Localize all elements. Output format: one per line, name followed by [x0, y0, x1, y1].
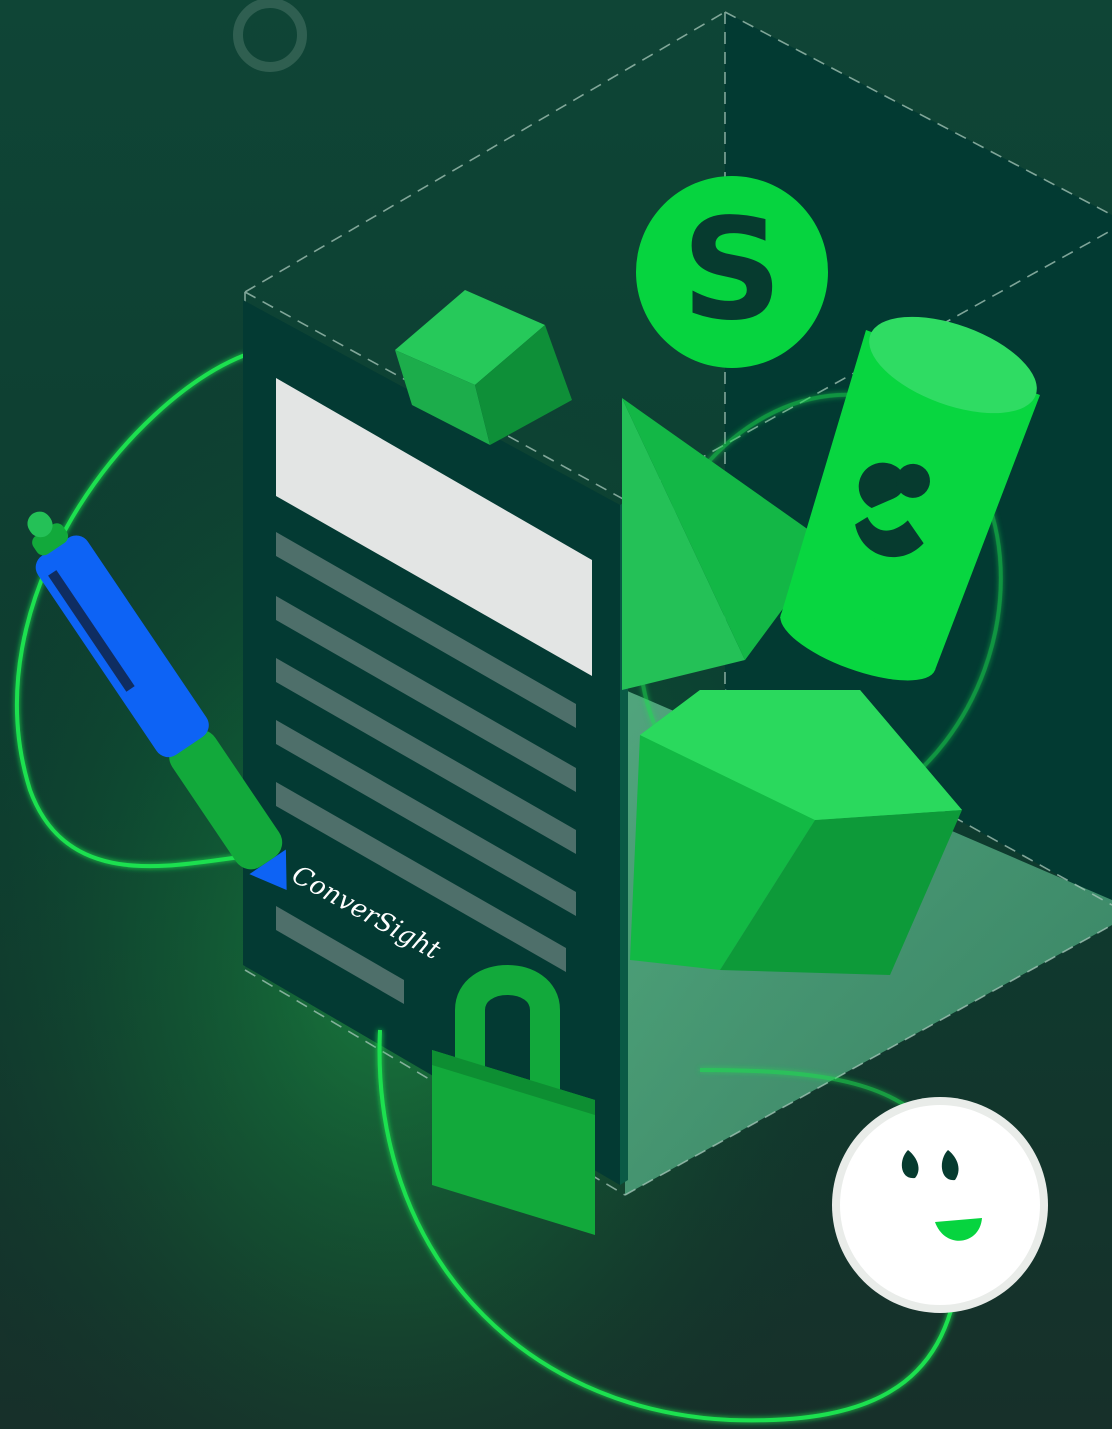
mascot-icon: [832, 1097, 1048, 1313]
s-badge: S: [636, 176, 828, 368]
illustration-svg: ConverSight S: [0, 0, 1112, 1429]
illustration-canvas: ConverSight S: [0, 0, 1112, 1429]
s-badge-letter: S: [682, 189, 783, 352]
